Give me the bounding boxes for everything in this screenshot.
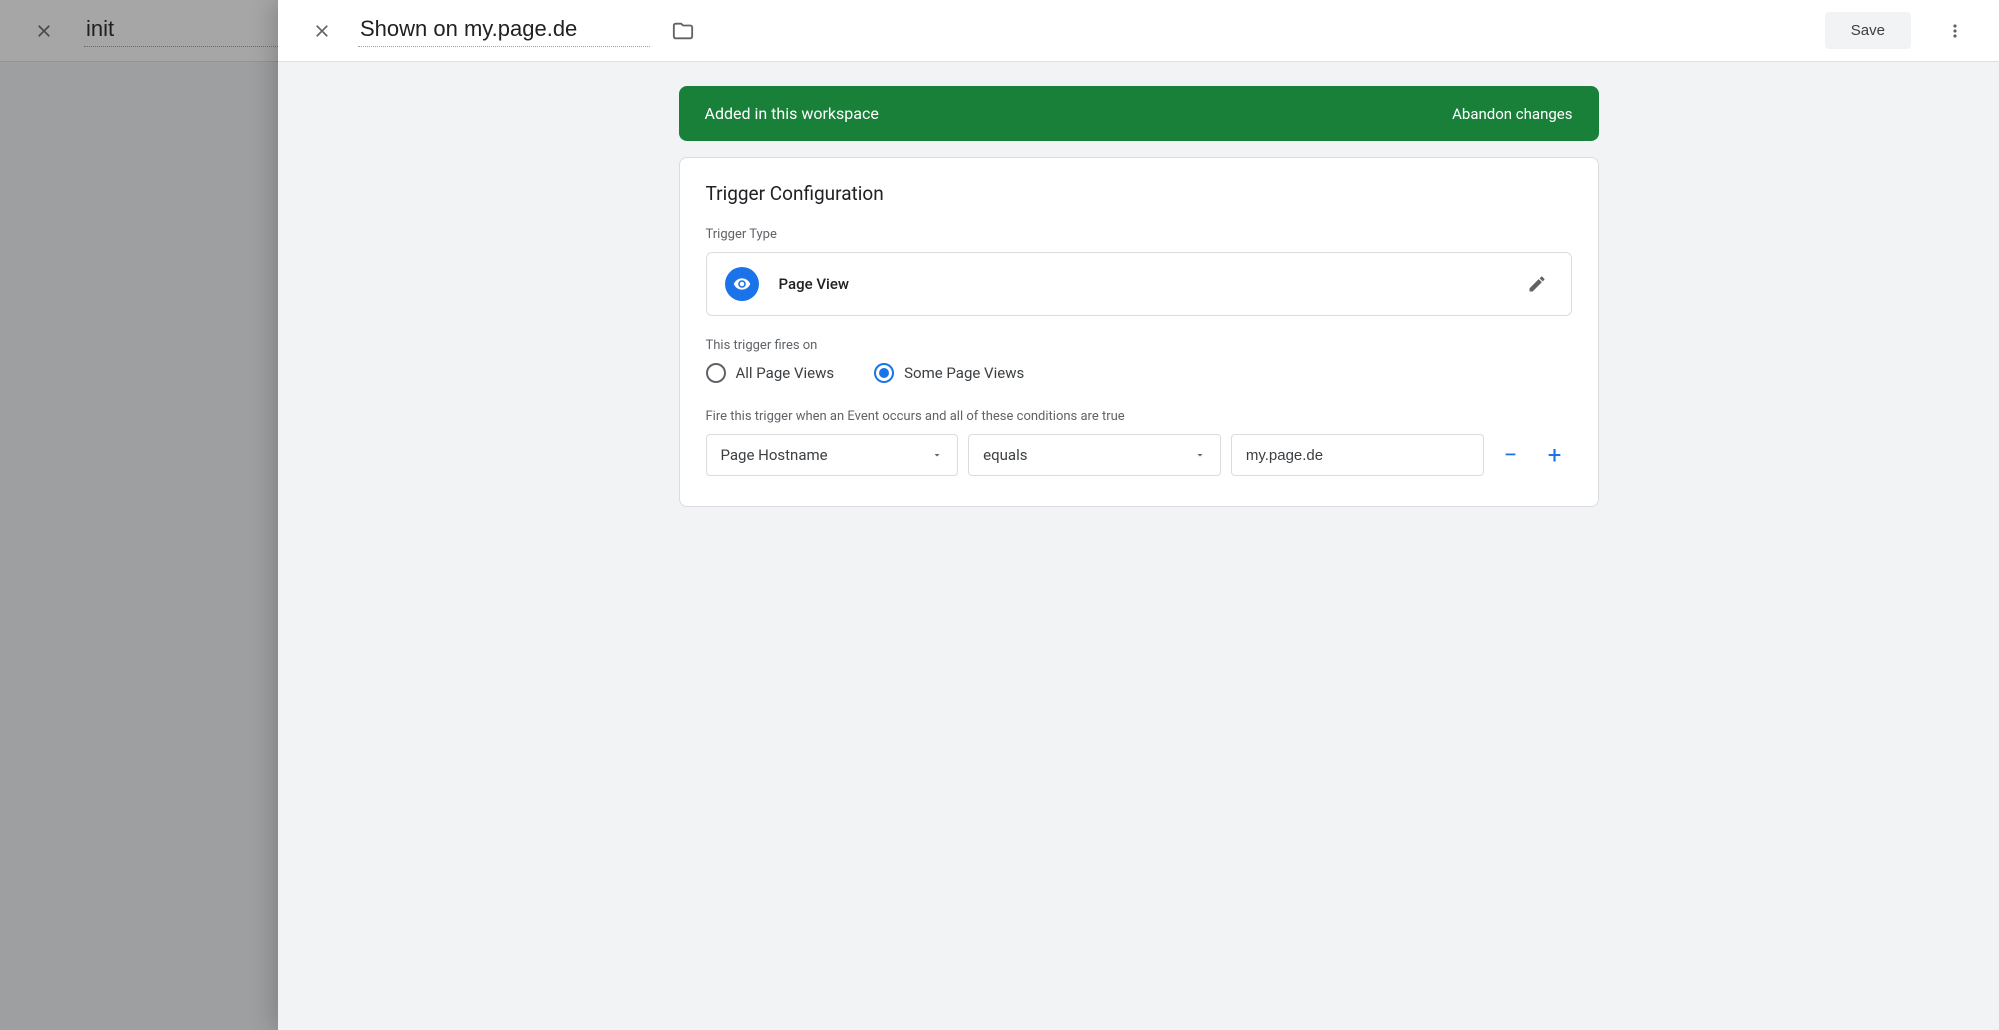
condition-row: Page Hostname equals − + [706,434,1572,476]
trigger-type-box[interactable]: Page View [706,252,1572,316]
panel-body: Added in this workspace Abandon changes … [278,62,1999,1030]
condition-variable-value: Page Hostname [721,446,828,464]
fires-on-label: This trigger fires on [706,338,1572,353]
trigger-type-label: Trigger Type [706,227,1572,242]
abandon-changes-button[interactable]: Abandon changes [1452,105,1572,123]
remove-condition-button[interactable]: − [1494,438,1528,472]
banner-text: Added in this workspace [705,104,879,123]
conditions-label: Fire this trigger when an Event occurs a… [706,409,1572,424]
trigger-editor-panel: Save Added in this workspace Abandon cha… [278,0,1999,1030]
add-condition-button[interactable]: + [1538,438,1572,472]
radio-all-page-views[interactable]: All Page Views [706,363,835,383]
save-button[interactable]: Save [1825,12,1911,49]
chevron-down-icon [1194,449,1206,461]
panel-header: Save [278,0,1999,62]
workspace-banner: Added in this workspace Abandon changes [679,86,1599,141]
folder-icon[interactable] [666,14,700,48]
radio-some-page-views[interactable]: Some Page Views [874,363,1024,383]
trigger-name-input[interactable] [358,14,650,47]
more-menu-icon[interactable] [1935,11,1975,51]
chevron-down-icon [931,449,943,461]
trigger-config-heading: Trigger Configuration [706,182,1572,205]
condition-operator-select[interactable]: equals [968,434,1221,476]
trigger-config-card: Trigger Configuration Trigger Type Page … [679,157,1599,507]
page-view-icon [725,267,759,301]
condition-operator-value: equals [983,446,1027,464]
trigger-type-name: Page View [779,275,1501,293]
edit-icon[interactable] [1521,268,1553,300]
radio-all-label: All Page Views [736,364,835,382]
close-icon[interactable] [302,11,342,51]
condition-variable-select[interactable]: Page Hostname [706,434,959,476]
fires-on-radio-group: All Page Views Some Page Views [706,363,1572,383]
condition-value-input[interactable] [1231,434,1484,476]
radio-some-label: Some Page Views [904,364,1024,382]
